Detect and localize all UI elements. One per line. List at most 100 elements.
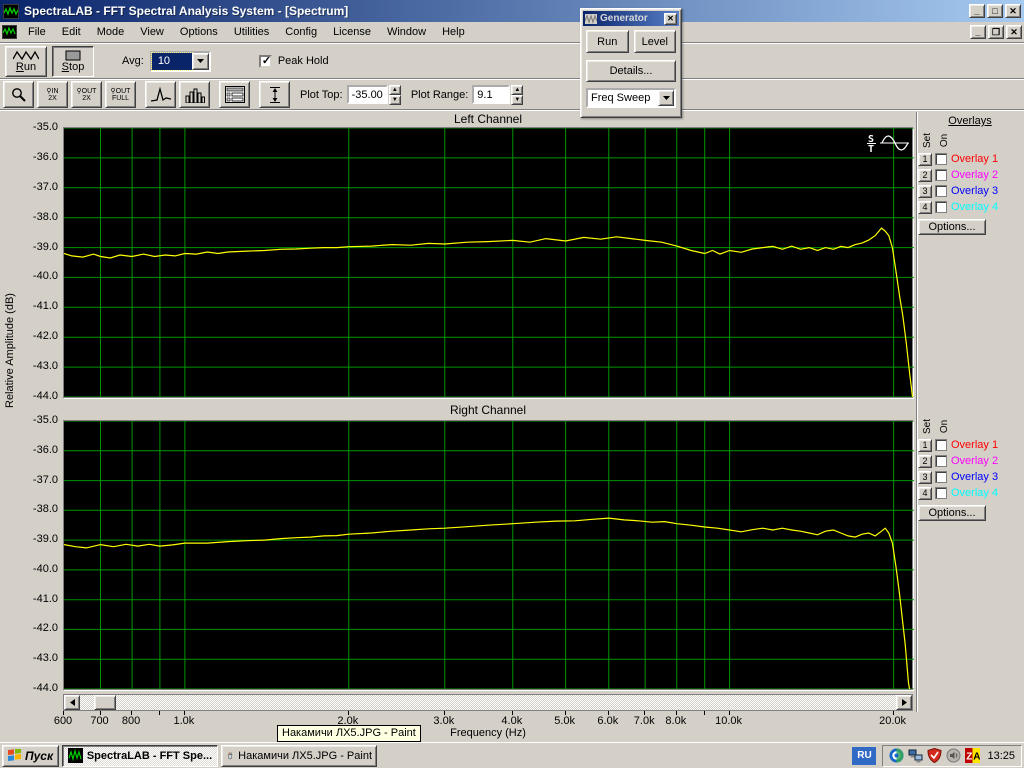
mdi-minimize-button[interactable]: _ bbox=[970, 25, 986, 39]
magnifier-icon bbox=[11, 87, 27, 103]
x-tick-label: 10.0k bbox=[715, 715, 742, 727]
zoom-in-2x-button[interactable]: ⚲IN2X bbox=[37, 81, 68, 108]
scrollbar-thumb[interactable] bbox=[94, 695, 116, 710]
scroll-right-button[interactable] bbox=[896, 695, 912, 710]
overlays-options-button[interactable]: Options... bbox=[918, 219, 986, 235]
menu-help[interactable]: Help bbox=[434, 24, 473, 40]
clock[interactable]: 13:25 bbox=[987, 750, 1015, 762]
x-tick-label: 8.0k bbox=[665, 715, 686, 727]
menu-mode[interactable]: Mode bbox=[89, 24, 133, 40]
network-tray-icon[interactable] bbox=[908, 748, 923, 763]
overlay-1-set-button[interactable]: 1 bbox=[918, 439, 932, 452]
right-channel-plot[interactable] bbox=[63, 420, 913, 690]
scroll-left-button[interactable] bbox=[64, 695, 80, 710]
x-tick-label: 700 bbox=[90, 715, 108, 727]
close-button[interactable]: ✕ bbox=[1005, 4, 1021, 18]
antivirus-shield-tray-icon[interactable] bbox=[927, 748, 942, 763]
zonealarm-tray-icon[interactable]: ZA bbox=[965, 748, 980, 763]
overlay-4-set-button[interactable]: 4 bbox=[918, 487, 932, 500]
plot-range-input[interactable]: 9.1 bbox=[472, 85, 510, 104]
overlay-2-checkbox[interactable] bbox=[935, 455, 947, 467]
menu-utilities[interactable]: Utilities bbox=[226, 24, 277, 40]
overlay-3-set-button[interactable]: 3 bbox=[918, 185, 932, 198]
generator-close-icon[interactable]: ✕ bbox=[664, 13, 677, 25]
task-spectralab[interactable]: SpectraLAB - FFT Spe... bbox=[62, 745, 218, 767]
overlay-2-label: Overlay 2 bbox=[951, 455, 998, 467]
y-tick-label: -37.0 bbox=[0, 474, 58, 486]
avg-dropdown[interactable]: 10 bbox=[150, 51, 211, 72]
line-plot-button[interactable] bbox=[145, 81, 176, 108]
generator-details-button[interactable]: Details... bbox=[586, 60, 676, 82]
x-axis-title: Frequency (Hz) bbox=[63, 727, 913, 739]
options-list-icon bbox=[225, 86, 245, 103]
zoom-out-2x-button[interactable]: ⚲OUT2X bbox=[71, 81, 102, 108]
frequency-scrollbar[interactable] bbox=[63, 694, 913, 711]
overlay-3-set-button[interactable]: 3 bbox=[918, 471, 932, 484]
y-tick-label: -40.0 bbox=[0, 563, 58, 575]
overlay-4-checkbox[interactable] bbox=[935, 201, 947, 213]
autoscale-button[interactable] bbox=[259, 81, 290, 108]
task-paint[interactable]: Накамичи ЛХ5.JPG - Paint bbox=[221, 745, 377, 767]
plot-top-input[interactable]: -35.00 bbox=[347, 85, 388, 104]
maximize-button[interactable]: □ bbox=[987, 4, 1003, 18]
overlay-2-set-button[interactable]: 2 bbox=[918, 169, 932, 182]
overlay-1-checkbox[interactable] bbox=[935, 153, 947, 165]
overlay-1-label: Overlay 1 bbox=[951, 153, 998, 165]
stop-button[interactable]: Stop bbox=[52, 46, 94, 77]
run-button[interactable]: Run bbox=[5, 46, 47, 77]
title-bar: SpectraLAB - FFT Spectral Analysis Syste… bbox=[0, 0, 1024, 22]
menu-license[interactable]: License bbox=[325, 24, 379, 40]
bar-plot-button[interactable] bbox=[179, 81, 210, 108]
display-options-button[interactable] bbox=[219, 81, 250, 108]
overlays-panel-left: Overlays Set On 1 Overlay 1 2 Overlay 2 … bbox=[918, 115, 1022, 235]
overlay-3-checkbox[interactable] bbox=[935, 471, 947, 483]
overlay-4-label: Overlay 4 bbox=[951, 201, 998, 213]
peak-hold-checkbox[interactable] bbox=[259, 55, 272, 68]
avg-label: Avg: bbox=[122, 55, 144, 67]
overlay-2-set-button[interactable]: 2 bbox=[918, 455, 932, 468]
peak-hold-label: Peak Hold bbox=[278, 55, 329, 67]
zoom-tool-button[interactable] bbox=[3, 81, 34, 108]
left-channel-title: Left Channel bbox=[63, 112, 913, 126]
menu-options[interactable]: Options bbox=[172, 24, 226, 40]
menu-edit[interactable]: Edit bbox=[54, 24, 89, 40]
overlay-4-checkbox[interactable] bbox=[935, 487, 947, 499]
menu-view[interactable]: View bbox=[132, 24, 172, 40]
sine-icon bbox=[13, 50, 39, 61]
y-tick-label: -37.0 bbox=[0, 181, 58, 193]
plot-range-spinner[interactable]: ▲▼ bbox=[511, 85, 523, 104]
left-channel-plot[interactable] bbox=[63, 127, 913, 398]
overlay-1-checkbox[interactable] bbox=[935, 439, 947, 451]
mdi-restore-button[interactable]: ❐ bbox=[988, 25, 1004, 39]
overlays-panel-right: Set On 1 Overlay 1 2 Overlay 2 3 Overlay… bbox=[918, 415, 1022, 521]
plot-top-spinner[interactable]: ▲▼ bbox=[389, 85, 401, 104]
volume-tray-icon[interactable] bbox=[946, 748, 961, 763]
start-button[interactable]: Пуск bbox=[2, 745, 59, 767]
overlay-4-set-button[interactable]: 4 bbox=[918, 201, 932, 214]
generator-run-button[interactable]: Run bbox=[586, 30, 629, 53]
generator-title-bar[interactable]: Generator ✕ bbox=[583, 11, 679, 26]
minimize-button[interactable]: _ bbox=[969, 4, 985, 18]
menu-window[interactable]: Window bbox=[379, 24, 434, 40]
mdi-child-icon[interactable] bbox=[2, 25, 17, 39]
overlay-2-checkbox[interactable] bbox=[935, 169, 947, 181]
generator-sweep-dropdown[interactable]: Freq Sweep bbox=[586, 88, 676, 108]
overlays-options-button[interactable]: Options... bbox=[918, 505, 986, 521]
overlay-1-set-button[interactable]: 1 bbox=[918, 153, 932, 166]
stop-icon bbox=[65, 50, 81, 61]
y-tick-label: -43.0 bbox=[0, 652, 58, 664]
mdi-close-button[interactable]: ✕ bbox=[1006, 25, 1022, 39]
media-player-tray-icon[interactable] bbox=[889, 748, 904, 763]
menu-file[interactable]: File bbox=[20, 24, 54, 40]
language-indicator[interactable]: RU bbox=[852, 747, 876, 765]
x-tick-label: 20.0k bbox=[879, 715, 906, 727]
overlay-3-checkbox[interactable] bbox=[935, 185, 947, 197]
menu-config[interactable]: Config bbox=[277, 24, 325, 40]
avg-dropdown-arrow-icon[interactable] bbox=[192, 53, 209, 70]
x-tick-label: 600 bbox=[54, 715, 72, 727]
sweep-dropdown-arrow-icon[interactable] bbox=[658, 90, 674, 106]
generator-window[interactable]: Generator ✕ Run Level Details... Freq Sw… bbox=[580, 8, 682, 118]
display-toolbar: ⚲IN2X ⚲OUT2X ⚲OUTFULL Plot Top: -35.00 ▲… bbox=[0, 80, 1024, 110]
zoom-out-full-button[interactable]: ⚲OUTFULL bbox=[105, 81, 136, 108]
generator-level-button[interactable]: Level bbox=[634, 30, 677, 53]
